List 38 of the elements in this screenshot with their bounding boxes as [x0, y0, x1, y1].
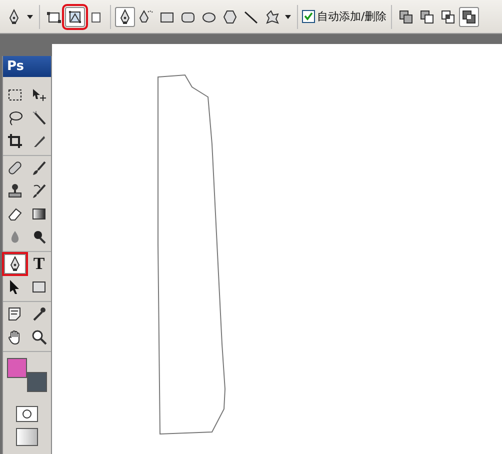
add-shapes-icon: [398, 8, 414, 24]
app-logo: Ps: [3, 56, 51, 77]
caret-icon: [27, 14, 33, 18]
crop-icon: [7, 133, 23, 149]
stamp-icon: [7, 183, 23, 199]
note-icon: [7, 306, 23, 322]
rectangle-icon: [31, 279, 47, 295]
circle-icon: [22, 409, 32, 419]
eraser-icon: [7, 206, 23, 222]
caret-icon: [285, 14, 291, 18]
freeform-pen-icon: [138, 8, 154, 24]
star-blob-icon: [264, 8, 280, 24]
auto-add-delete-checkbox[interactable]: 自动添加/删除: [302, 9, 387, 24]
zoom-icon: [31, 329, 47, 345]
magic-wand-icon: [31, 110, 47, 126]
exclude-shapes-icon: [460, 8, 477, 24]
subtract-shapes-icon: [418, 8, 435, 24]
exclude-path-button[interactable]: [458, 6, 479, 26]
dodge-icon: [31, 229, 47, 245]
pen-tool-button[interactable]: [4, 254, 26, 274]
gradient-icon: [31, 206, 47, 222]
quick-mask-button[interactable]: [16, 406, 38, 422]
move-icon: [31, 87, 47, 103]
polygon-icon: [222, 8, 238, 24]
screen-mode-button[interactable]: [16, 428, 38, 446]
history-brush-icon: [31, 183, 47, 199]
lasso-icon: [7, 110, 23, 126]
paths-icon: [67, 8, 83, 24]
foreground-color-swatch[interactable]: [7, 358, 27, 378]
background-color-swatch[interactable]: [27, 372, 47, 392]
pen-tool-button[interactable]: [115, 6, 135, 26]
eyedropper-icon: [31, 306, 47, 322]
marquee-icon: [7, 87, 23, 103]
intersect-shapes-icon: [440, 8, 456, 24]
line-icon: [243, 8, 259, 24]
brush-icon: [31, 160, 47, 176]
check-icon: [304, 12, 313, 21]
type-tool-button[interactable]: T: [28, 254, 50, 274]
